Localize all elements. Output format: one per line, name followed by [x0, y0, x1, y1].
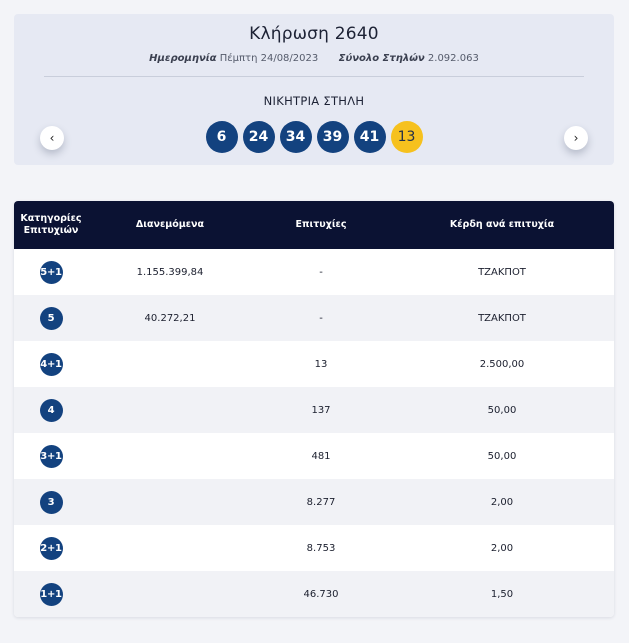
table-row: 3 8.277 2,00: [14, 479, 614, 525]
winners-cell: -: [319, 312, 323, 324]
winners-cell: 137: [311, 404, 331, 416]
date-value: Πέμπτη 24/08/2023: [219, 53, 319, 64]
table-row: 2+1 8.753 2,00: [14, 525, 614, 571]
date-label: Ημερομηνία: [149, 53, 217, 64]
category-badge: 5+1: [39, 260, 63, 284]
winners-cell: 8.277: [306, 496, 336, 508]
winners-cell: 481: [311, 450, 331, 462]
columns-label: Σύνολο Στηλών: [338, 53, 425, 64]
distributed-cell: 1.155.399,84: [136, 266, 204, 278]
bonus-number: 13: [390, 121, 423, 153]
table-row: 3+1 481 50,00: [14, 433, 614, 479]
distributed-cell: [88, 341, 252, 387]
table-row: 4 137 50,00: [14, 387, 614, 433]
draw-meta: Ημερομηνία Πέμπτη 24/08/2023 Σύνολο Στηλ…: [14, 53, 614, 64]
prize-cell: 2.500,00: [479, 358, 525, 370]
winning-number: 39: [316, 121, 349, 153]
winning-number: 41: [353, 121, 386, 153]
category-badge: 3: [39, 490, 63, 514]
distributed-cell: [88, 479, 252, 525]
winning-number: 24: [242, 121, 275, 153]
winning-number: 34: [279, 121, 312, 153]
category-badge: 5: [39, 306, 63, 330]
header-distributed: Διανεμόμενα: [135, 219, 205, 231]
prize-cell: 2,00: [490, 496, 514, 508]
category-badge: 4: [39, 398, 63, 422]
chevron-left-icon: ‹: [49, 131, 55, 145]
winners-cell: -: [319, 266, 323, 278]
winning-numbers: 6 24 34 39 41 13: [14, 121, 614, 153]
previous-draw-button[interactable]: ‹: [40, 126, 64, 150]
category-badge: 4+1: [39, 352, 63, 376]
header-prize: Κέρδη ανά επιτυχία: [449, 219, 555, 231]
prize-cell: 50,00: [487, 404, 517, 416]
prize-cell: 2,00: [490, 542, 514, 554]
distributed-cell: [88, 387, 252, 433]
prize-cell: 50,00: [487, 450, 517, 462]
winners-cell: 8.753: [306, 542, 336, 554]
table-row: 1+1 46.730 1,50: [14, 571, 614, 617]
category-badge: 1+1: [39, 582, 63, 606]
table-row: 4+1 13 2.500,00: [14, 341, 614, 387]
winning-column-label: ΝΙΚΗΤΡΙΑ ΣΤΗΛΗ: [263, 94, 365, 108]
divider: [44, 76, 584, 77]
chevron-right-icon: ›: [573, 131, 579, 145]
winners-cell: 46.730: [303, 588, 339, 600]
winners-cell: 13: [314, 358, 328, 370]
results-table: Κατηγορίες Επιτυχιών Διανεμόμενα Επιτυχί…: [14, 201, 614, 617]
header-category: Κατηγορίες Επιτυχιών: [20, 213, 82, 236]
table-row: 5+1 1.155.399,84 - ΤΖΑΚΠΟΤ: [14, 249, 614, 295]
category-badge: 2+1: [39, 536, 63, 560]
table-header: Κατηγορίες Επιτυχιών Διανεμόμενα Επιτυχί…: [14, 201, 614, 249]
columns-value: 2.092.063: [427, 53, 479, 64]
table-row: 5 40.272,21 - ΤΖΑΚΠΟΤ: [14, 295, 614, 341]
prize-cell: 1,50: [490, 588, 514, 600]
distributed-cell: [88, 525, 252, 571]
distributed-cell: [88, 571, 252, 617]
draw-title: Κλήρωση 2640: [249, 24, 379, 44]
category-badge: 3+1: [39, 444, 63, 468]
header-winners: Επιτυχίες: [295, 219, 347, 231]
next-draw-button[interactable]: ›: [564, 126, 588, 150]
distributed-cell: 40.272,21: [144, 312, 196, 324]
prize-cell: ΤΖΑΚΠΟΤ: [478, 266, 526, 278]
distributed-cell: [88, 433, 252, 479]
draw-card: Κλήρωση 2640 Ημερομηνία Πέμπτη 24/08/202…: [14, 14, 614, 165]
winning-number: 6: [205, 121, 238, 153]
prize-cell: ΤΖΑΚΠΟΤ: [478, 312, 526, 324]
